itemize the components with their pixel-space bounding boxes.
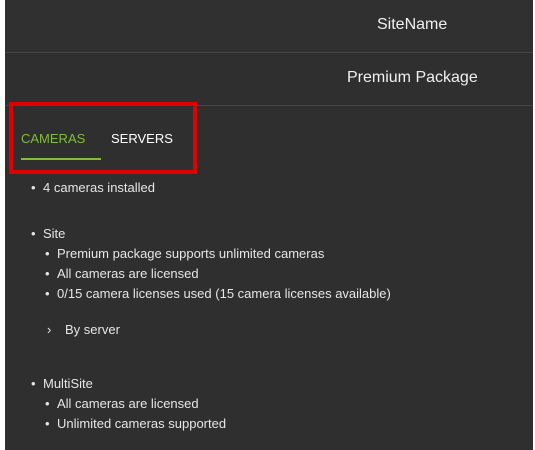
tab-cameras[interactable]: CAMERAS (21, 131, 85, 146)
multisite-section-title: • MultiSite (31, 376, 93, 391)
multisite-item: All cameras are licensed (57, 396, 199, 411)
bullet-icon: • (45, 396, 50, 411)
site-item: All cameras are licensed (57, 266, 199, 281)
bullet-icon: • (45, 286, 50, 301)
site-title: Site (43, 226, 66, 241)
bullet-icon: • (45, 266, 50, 281)
list-item: • 4 cameras installed (31, 180, 155, 195)
chevron-right-icon: › (47, 322, 52, 337)
package-name: Premium Package (347, 69, 478, 86)
list-item: • 0/15 camera licenses used (15 camera li… (45, 286, 391, 301)
tab-servers[interactable]: SERVERS (111, 131, 173, 146)
list-item: • All cameras are licensed (45, 396, 199, 411)
site-section-title: • Site (31, 226, 65, 241)
by-server-expander[interactable]: › By server (47, 322, 120, 337)
package-header: Premium Package (5, 53, 533, 106)
site-name: SiteName (377, 16, 448, 33)
list-item: • Premium package supports unlimited came… (45, 246, 324, 261)
multisite-title: MultiSite (43, 376, 93, 391)
installed-count: 4 cameras installed (43, 180, 155, 195)
bullet-icon: • (31, 180, 36, 195)
by-server-label: By server (65, 322, 120, 337)
bullet-icon: • (45, 416, 50, 431)
list-item: • Unlimited cameras supported (45, 416, 226, 431)
tabs-highlight: CAMERAS SERVERS (9, 102, 197, 174)
list-item: • All cameras are licensed (45, 266, 199, 281)
active-tab-indicator (21, 158, 101, 160)
bullet-icon: • (45, 246, 50, 261)
site-item: 0/15 camera licenses used (15 camera lic… (57, 286, 391, 301)
bullet-icon: • (31, 376, 36, 391)
multisite-item: Unlimited cameras supported (57, 416, 227, 431)
bullet-icon: • (31, 226, 36, 241)
site-header: SiteName (5, 0, 533, 53)
site-item: Premium package supports unlimited camer… (57, 246, 325, 261)
license-panel: SiteName Premium Package CAMERAS SERVERS… (5, 0, 533, 450)
